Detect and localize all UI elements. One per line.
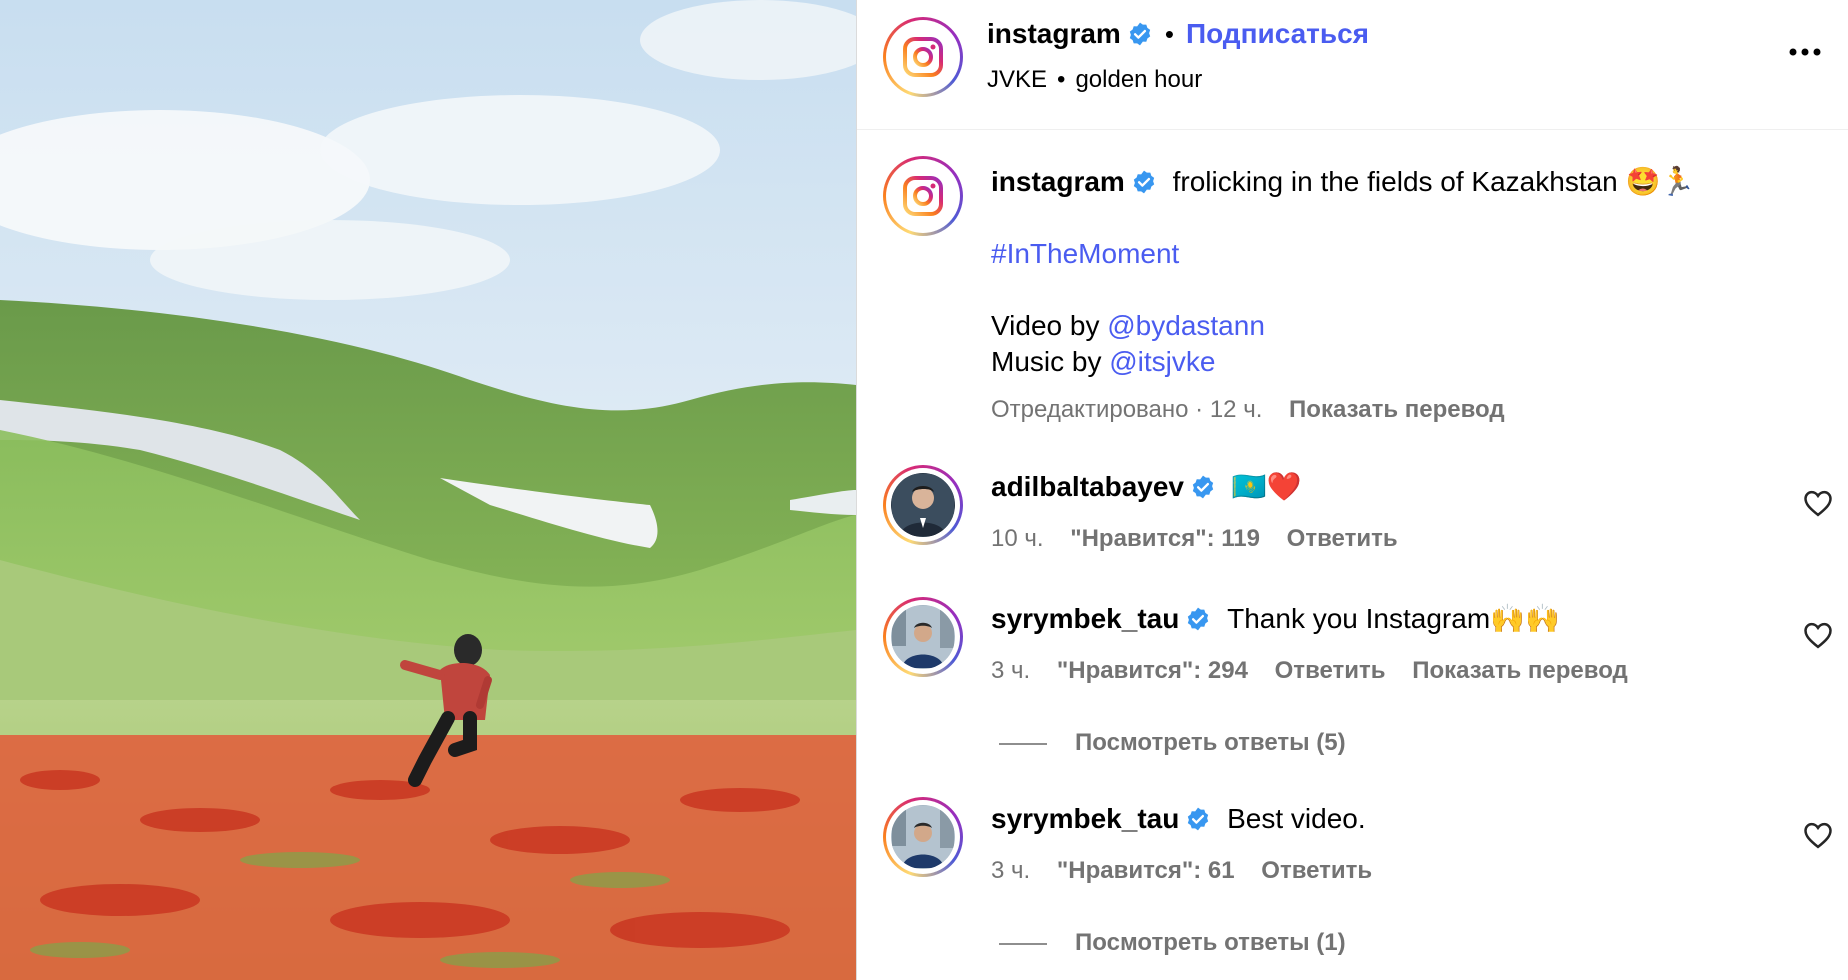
reply-button[interactable]: Ответить [1261,857,1372,884]
caption-text-block: instagram frolicking in the fields of Ka… [991,164,1811,428]
heart-outline-icon[interactable] [1803,489,1833,517]
caption-avatar[interactable] [883,156,963,236]
comment-likes[interactable]: "Нравится": 61 [1057,857,1235,884]
meta-separator: · [1195,396,1204,423]
user-photo-icon [892,806,954,868]
caption-meta: Отредактировано · 12 ч. Показать перевод [991,392,1811,428]
show-translation-button[interactable]: Показать перевод [1412,657,1628,684]
comment-avatar[interactable] [883,597,963,677]
comment-text-row: syrymbek_tau Best video. [991,801,1366,837]
replies-divider [999,942,1047,945]
audio-artist: JVKE [987,66,1048,93]
more-options-icon[interactable] [1787,46,1823,58]
author-avatar[interactable] [883,17,963,97]
comment-avatar[interactable] [883,797,963,877]
view-replies-button[interactable]: Посмотреть ответы (1) [999,929,1346,957]
post-header: instagram • Подписаться JVKE • golden hour [857,0,1848,130]
comment-username[interactable]: syrymbek_tau [991,803,1179,834]
edited-label: Отредактировано [991,396,1189,423]
verified-badge-icon [1192,475,1214,499]
user-photo-icon [892,606,954,668]
reply-button[interactable]: Ответить [1275,657,1386,684]
video-credit-link[interactable]: @bydastann [1107,310,1265,341]
comment-meta: 10 ч. "Нравится": 119 Ответить [991,525,1398,553]
comment-likes[interactable]: "Нравится": 119 [1070,525,1260,552]
music-credit-link[interactable]: @itsjvke [1109,346,1215,377]
comment-text: Thank you Instagram🙌🙌 [1227,603,1560,634]
caption-hashtag[interactable]: #InTheMoment [991,236,1811,272]
verified-badge-icon [1188,607,1209,631]
audio-separator: • [1057,66,1066,93]
heart-outline-icon[interactable] [1803,821,1833,849]
post-details-panel: instagram • Подписаться JVKE • golden hour [856,0,1848,980]
view-replies-button[interactable]: Посмотреть ответы (5) [999,729,1346,757]
header-title-row: instagram • Подписаться [987,18,1369,50]
comment-text-row: adilbaltabayev 🇰🇿❤️ [991,469,1302,505]
audio-track: golden hour [1075,66,1203,93]
comment-meta: 3 ч. "Нравится": 294 Ответить Показать п… [991,657,1628,685]
post-view: instagram • Подписаться JVKE • golden hour [0,0,1848,980]
instagram-logo-icon [903,176,943,216]
comment-text: 🇰🇿❤️ [1231,471,1302,502]
comment-username[interactable]: syrymbek_tau [991,603,1179,634]
reply-button[interactable]: Ответить [1287,525,1398,552]
show-translation-button[interactable]: Показать перевод [1289,396,1505,423]
caption-video-credit: Video by @bydastann [991,310,1265,341]
user-photo-icon [892,474,954,536]
caption-username[interactable]: instagram [991,166,1125,197]
header-separator: • [1164,19,1174,49]
comment-text-row: syrymbek_tau Thank you Instagram🙌🙌 [991,601,1560,637]
replies-divider [999,742,1047,745]
comment-meta: 3 ч. "Нравится": 61 Ответить [991,857,1372,885]
author-username[interactable]: instagram [987,18,1121,49]
verified-badge-icon [1129,22,1151,46]
comment-time[interactable]: 10 ч. [991,525,1044,552]
comment-likes[interactable]: "Нравится": 294 [1057,657,1248,684]
audio-info[interactable]: JVKE • golden hour [987,66,1202,94]
heart-outline-icon[interactable] [1803,621,1833,649]
verified-badge-icon [1133,170,1155,194]
caption-time[interactable]: 12 ч. [1210,396,1263,423]
comment-time[interactable]: 3 ч. [991,657,1030,684]
instagram-logo-icon [903,37,943,77]
video-frame [0,0,856,980]
comment-time[interactable]: 3 ч. [991,857,1030,884]
verified-badge-icon [1188,807,1209,831]
comment-username[interactable]: adilbaltabayev [991,471,1184,502]
comment-avatar[interactable] [883,465,963,545]
caption-text: frolicking in the fields of Kazakhstan 🤩… [1172,166,1696,197]
caption-music-credit: Music by @itsjvke [991,346,1216,377]
follow-button[interactable]: Подписаться [1186,18,1369,49]
comment-text: Best video. [1227,803,1366,834]
post-video[interactable] [0,0,856,980]
